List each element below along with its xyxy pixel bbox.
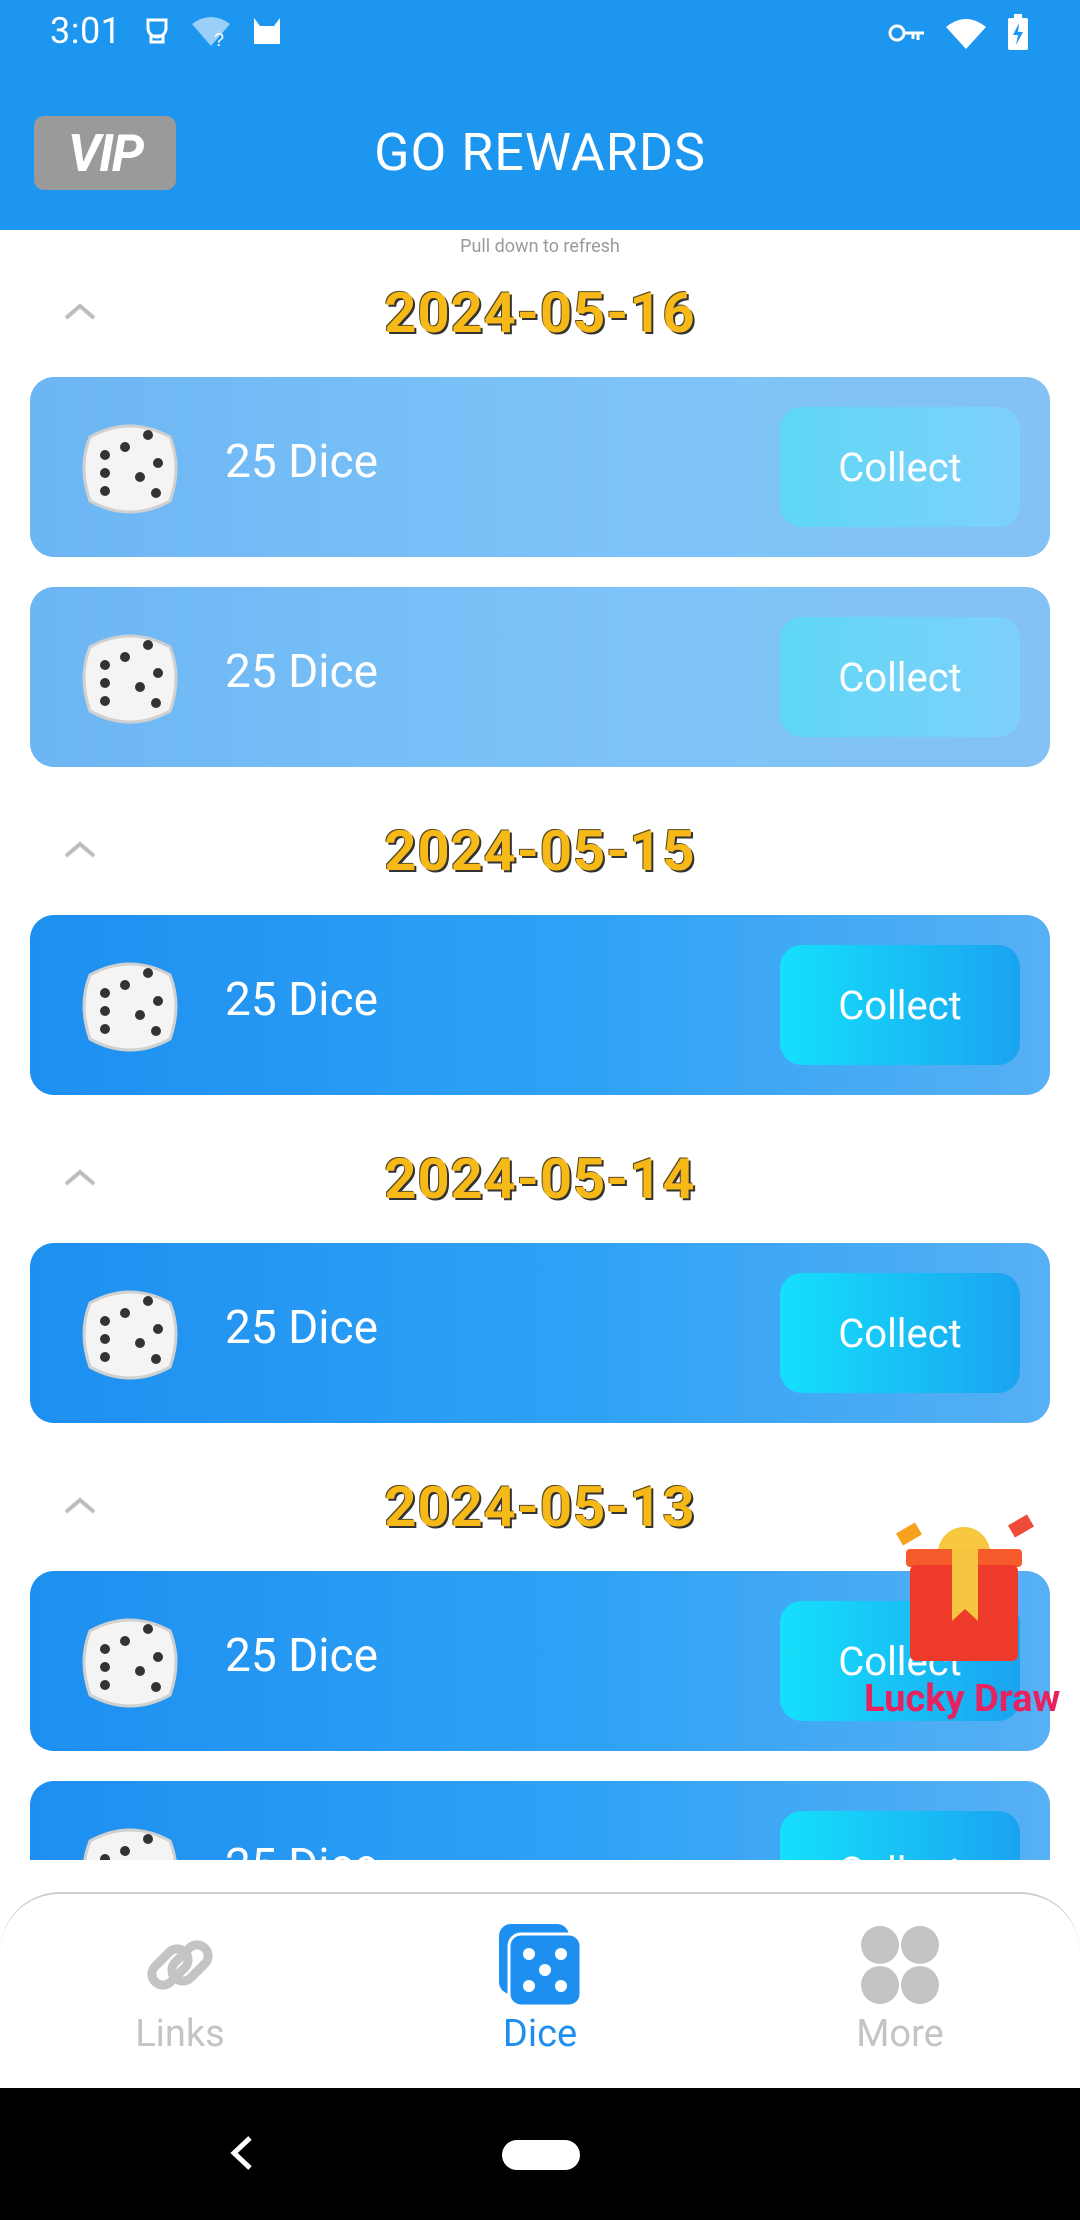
dice-icon: [82, 962, 178, 1052]
collect-button[interactable]: Collect: [780, 945, 1020, 1065]
reward-label: 25 Dice: [225, 1839, 378, 1860]
tab-links[interactable]: Links: [80, 1922, 280, 2056]
reward-card: 25 Dice Collect: [30, 1781, 1050, 1860]
wifi-unknown-icon: ?: [192, 17, 230, 48]
section-date: 2024-05-14: [384, 1146, 696, 1212]
dice-icon: [82, 634, 178, 724]
collect-button[interactable]: Collect: [780, 407, 1020, 527]
tab-links-label: Links: [135, 2012, 225, 2056]
date-header[interactable]: 2024-05-14: [0, 1138, 1080, 1218]
cat-app-icon: [254, 18, 280, 44]
wifi-icon: [946, 19, 986, 49]
section-date: 2024-05-16: [384, 280, 696, 346]
lucky-draw-label: Lucky Draw: [864, 1677, 1061, 1721]
tab-more[interactable]: More: [800, 1922, 1000, 2056]
reward-label: 25 Dice: [225, 973, 378, 1027]
system-nav-bar: [0, 2088, 1080, 2220]
notification-icon: [146, 18, 168, 44]
reward-label: 25 Dice: [225, 1629, 378, 1683]
tab-more-label: More: [856, 2012, 944, 2056]
pull-refresh-hint: Pull down to refresh: [460, 236, 620, 257]
reward-card: 25 Dice Collect: [30, 1243, 1050, 1423]
date-header[interactable]: 2024-05-16: [0, 272, 1080, 352]
grid-icon: [861, 1926, 939, 2004]
home-pill-button[interactable]: [502, 2140, 580, 2170]
back-icon[interactable]: [222, 2128, 262, 2178]
dice-icon: [83, 1828, 177, 1860]
tab-dice-label: Dice: [502, 2012, 578, 2056]
date-header[interactable]: 2024-05-15: [0, 810, 1080, 890]
reward-label: 25 Dice: [225, 1301, 378, 1355]
section-date: 2024-05-15: [384, 818, 696, 884]
reward-label: 25 Dice: [225, 435, 378, 489]
tab-dice[interactable]: Dice: [440, 1922, 640, 2056]
dice-icon: [82, 424, 178, 514]
collect-button[interactable]: Collect: [780, 1273, 1020, 1393]
bottom-nav: Links Dice More: [0, 1892, 1080, 2088]
app-root: 3:01 ? VIP GO REWARDS Pull down to refre…: [0, 0, 1080, 2220]
status-bar: 3:01 ?: [0, 0, 1080, 66]
reward-label: 25 Dice: [225, 645, 378, 699]
dice-icon: [82, 1290, 178, 1380]
vpn-key-icon: [888, 24, 924, 42]
dice-icon: [499, 1924, 583, 2008]
collect-button[interactable]: Collect: [780, 617, 1020, 737]
reward-card: 25 Dice Collect: [30, 377, 1050, 557]
gift-box-icon: [895, 1514, 1035, 1661]
lucky-draw-button[interactable]: Lucky Draw: [860, 1505, 1070, 1735]
reward-card: 25 Dice Collect: [30, 587, 1050, 767]
dice-icon: [82, 1618, 178, 1708]
svg-text:?: ?: [214, 30, 224, 48]
reward-card: 25 Dice Collect: [30, 915, 1050, 1095]
status-time: 3:01: [50, 10, 122, 52]
battery-icon: [1008, 14, 1028, 50]
app-header: 3:01 ? VIP GO REWARDS: [0, 0, 1080, 230]
page-title: GO REWARDS: [374, 122, 706, 183]
link-icon: [147, 1940, 213, 1990]
collect-button[interactable]: Collect: [780, 1811, 1020, 1860]
